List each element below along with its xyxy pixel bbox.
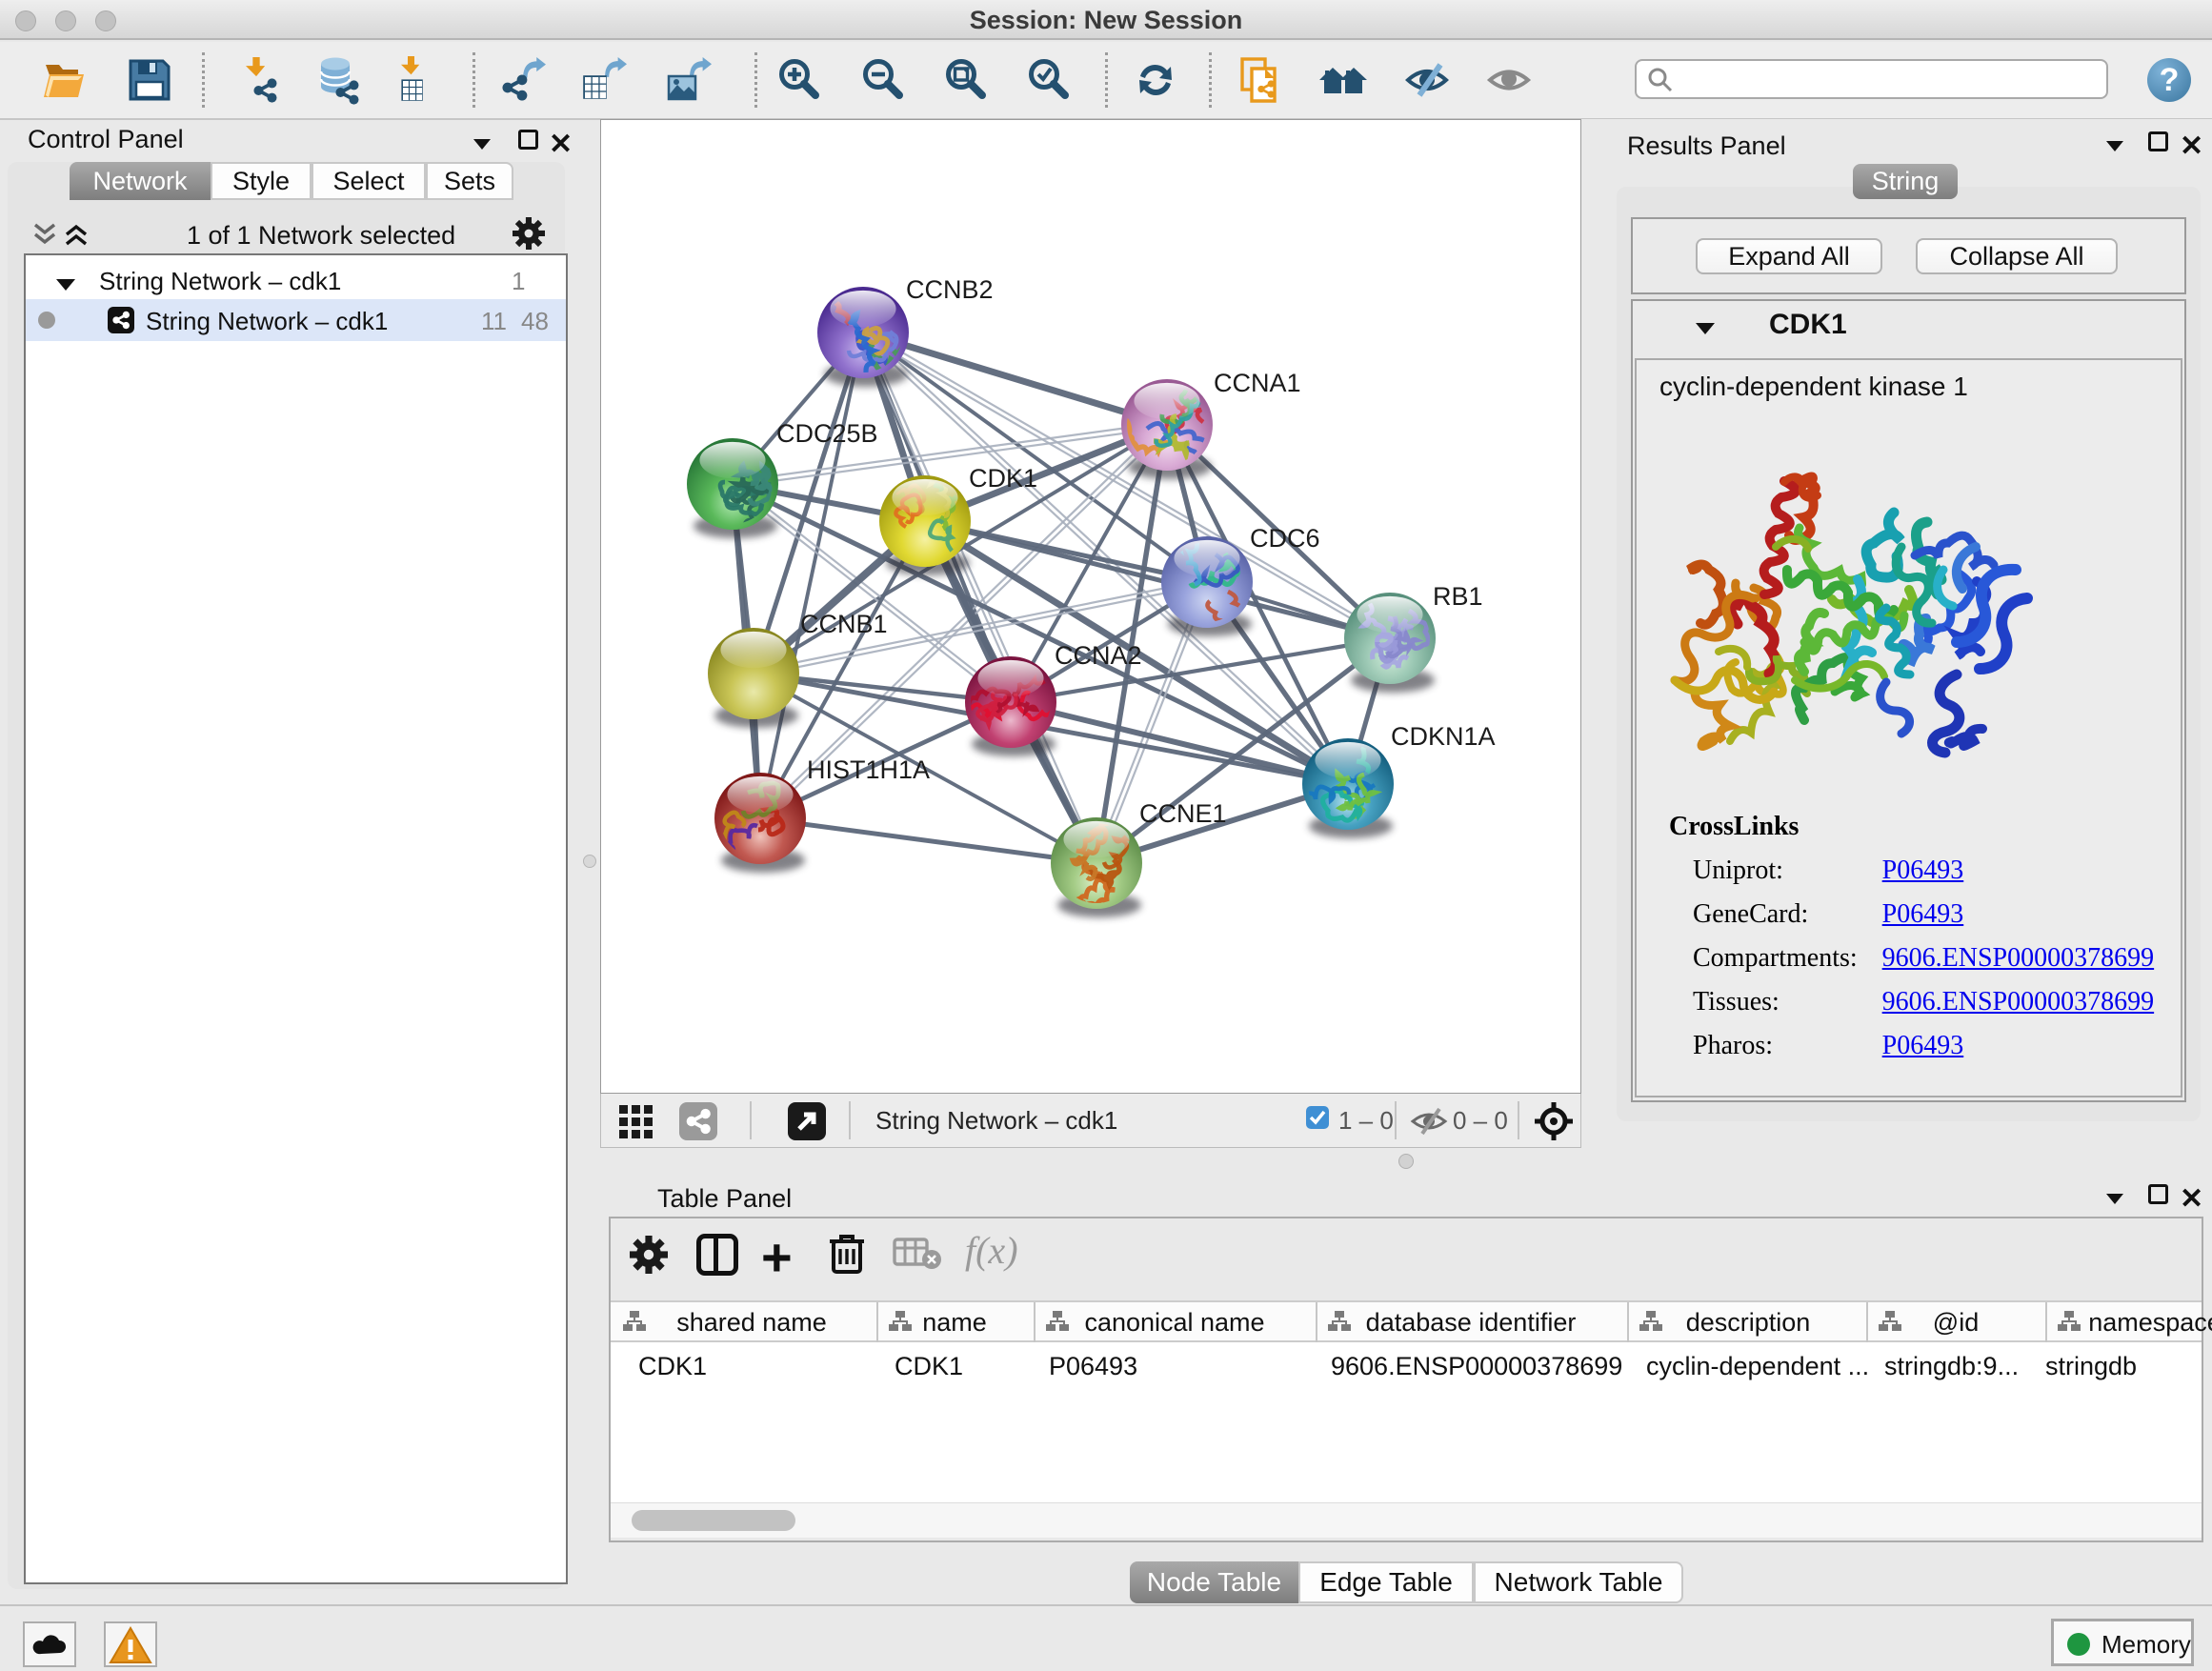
svg-text:CDKN1A: CDKN1A [1391, 722, 1496, 751]
svg-text:RB1: RB1 [1433, 582, 1483, 611]
svg-text:CCNB2: CCNB2 [906, 275, 994, 304]
svg-text:CDC25B: CDC25B [776, 419, 878, 448]
svg-text:CDK1: CDK1 [969, 464, 1037, 493]
svg-text:CCNA1: CCNA1 [1214, 369, 1301, 397]
svg-text:CDC6: CDC6 [1250, 524, 1320, 553]
svg-text:CCNB1: CCNB1 [800, 610, 888, 638]
svg-text:CCNE1: CCNE1 [1139, 799, 1227, 828]
svg-text:CCNA2: CCNA2 [1055, 641, 1142, 670]
svg-text:HIST1H1A: HIST1H1A [807, 755, 930, 784]
